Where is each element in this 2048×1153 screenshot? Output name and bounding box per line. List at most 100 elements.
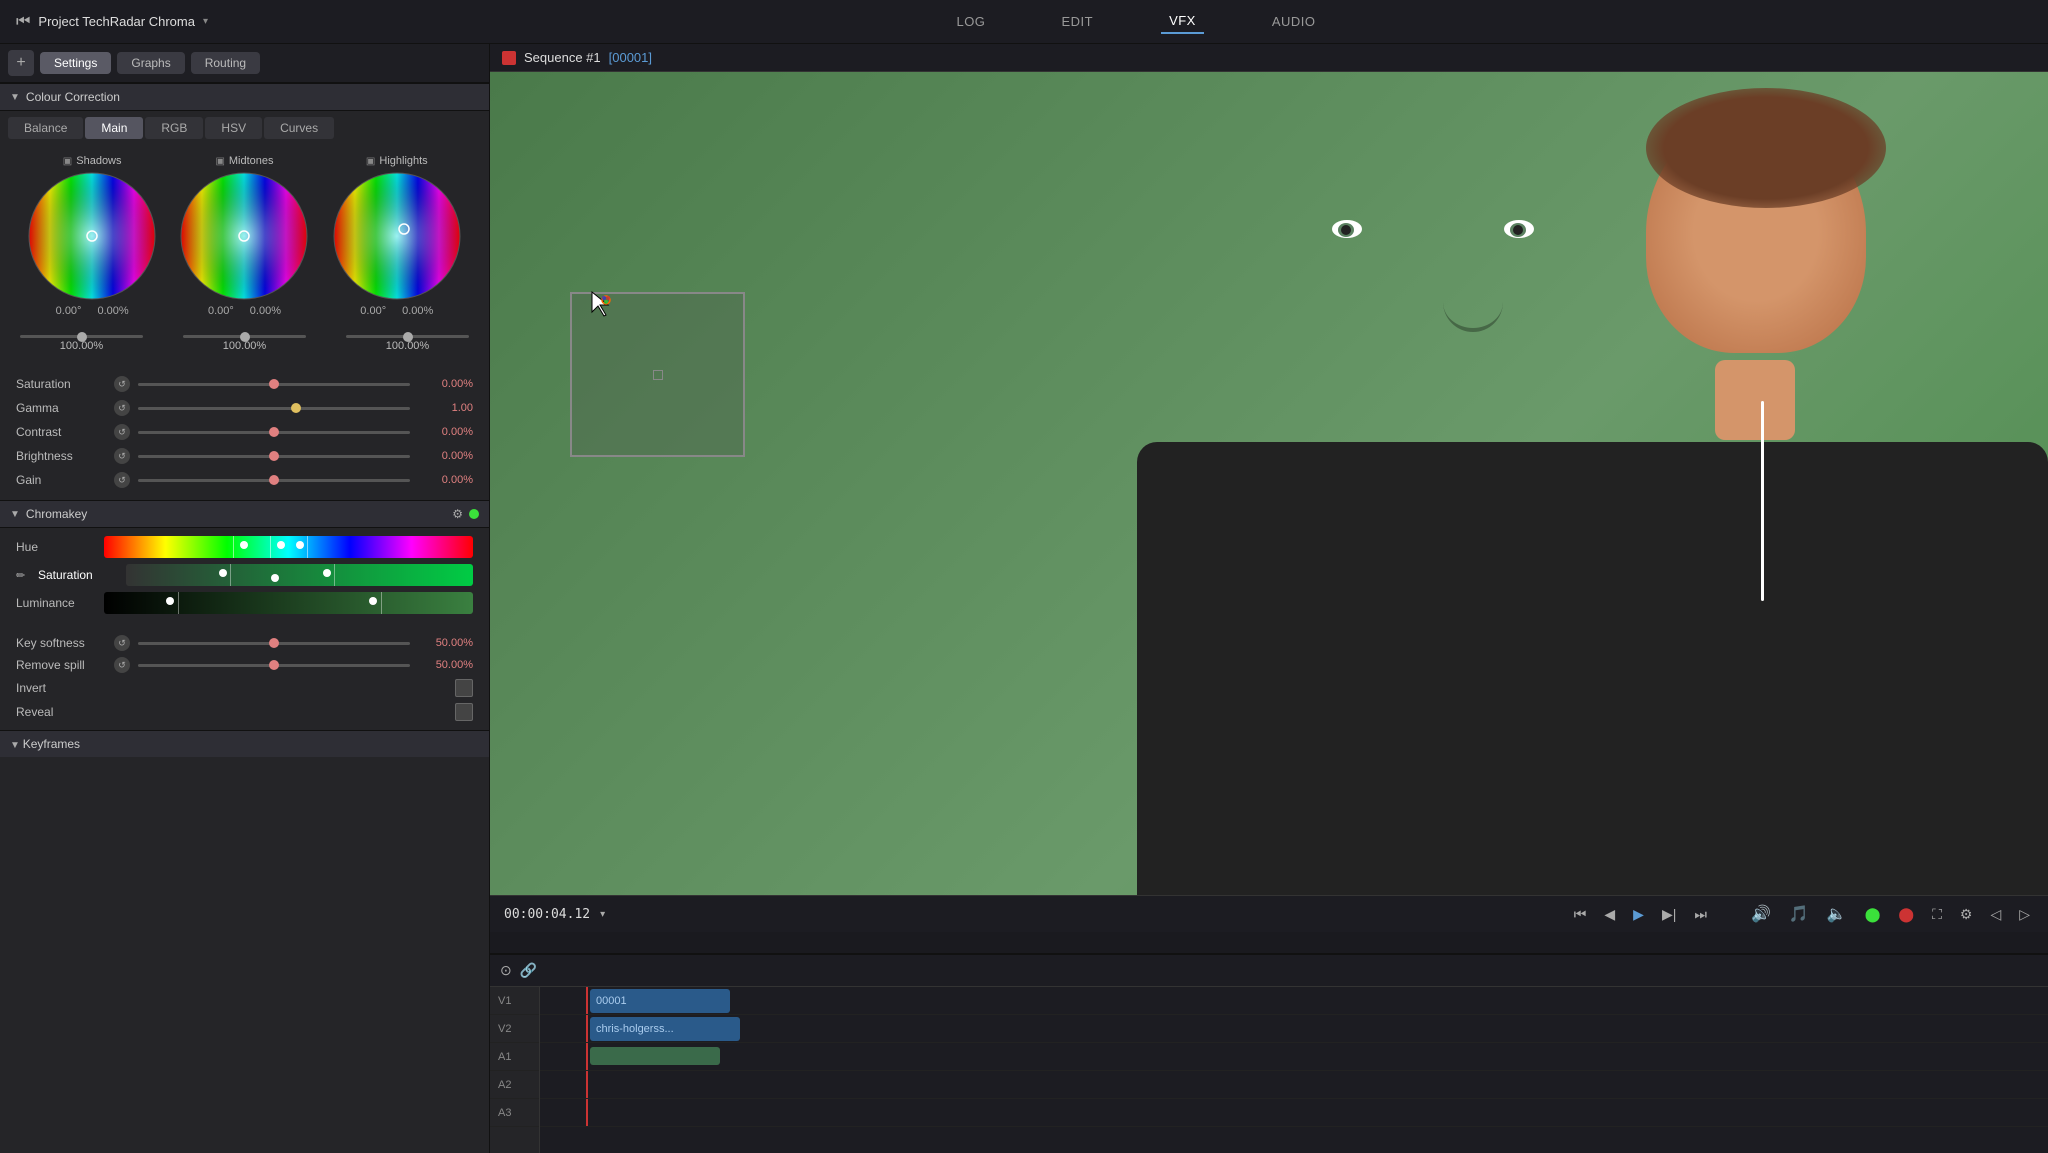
key-softness-slider[interactable] [138,642,410,645]
nav-audio[interactable]: AUDIO [1264,10,1324,33]
audio-left-button[interactable]: 🔊 [1747,902,1775,926]
lum-bar[interactable] [104,592,473,614]
track-label-a3: A3 [490,1099,539,1127]
midtones-pct: 0.00% [250,305,281,317]
param-row-contrast: Contrast ↺ 0.00% [16,420,473,444]
ck-param-remove-spill: Remove spill ↺ 50.00% [16,654,473,676]
skip-to-start-button[interactable]: ⏮ [1570,904,1591,925]
saturation-reset-button[interactable]: ↺ [114,376,130,392]
headphone-right-button[interactable]: ▷ [2015,904,2034,925]
track-content: 00001 chris-holgerss... [540,987,2048,1153]
project-dropdown-icon[interactable]: ▾ [203,16,208,27]
contrast-value: 0.00% [418,426,473,438]
track-label-v2: V2 [490,1015,539,1043]
chromakey-collapse-icon[interactable]: ▼ [10,509,20,520]
record-button[interactable]: ⬤ [1894,904,1918,925]
param-row-saturation: Saturation ↺ 0.00% [16,372,473,396]
shadows-slider[interactable] [20,335,143,338]
master-slider-shadows: 100.00% [20,335,143,352]
clip-v1[interactable]: 00001 [590,989,730,1013]
shadows-icon: ▣ [63,156,72,167]
highlights-slider[interactable] [346,335,469,338]
chromakey-section-header: ▼ Chromakey ⚙ [0,500,489,528]
midtones-slider[interactable] [183,335,306,338]
timeline-header: ⊙ 🔗 00:00:00.00 00:01:00.00 00:02:00.00 … [490,955,2048,987]
nav-vfx[interactable]: VFX [1161,9,1204,34]
remove-spill-slider[interactable] [138,664,410,667]
settings-control-button[interactable]: ⚙ [1956,904,1977,925]
reveal-checkbox[interactable] [455,703,473,721]
colour-correction-collapse-icon[interactable]: ▼ [10,92,20,103]
nav-log[interactable]: LOG [948,10,993,33]
topbar-nav: LOG EDIT VFX AUDIO [224,9,2048,34]
gain-reset-button[interactable]: ↺ [114,472,130,488]
highlights-icon: ▣ [366,156,375,167]
tl-snap-button[interactable]: ⊙ [500,962,512,979]
cc-tab-hsv[interactable]: HSV [205,117,262,139]
chromakey-settings-icon[interactable]: ⚙ [452,507,463,521]
video-header: Sequence #1 [00001] [490,44,2048,72]
tab-routing[interactable]: Routing [191,52,260,74]
ck-reveal-row: Reveal [16,700,473,724]
selection-box-center [653,370,663,380]
saturation-slider[interactable] [138,383,410,386]
clip-v2[interactable]: chris-holgerss... [590,1017,740,1041]
clip-a1[interactable] [590,1047,720,1065]
shadows-wheel[interactable] [27,171,157,301]
timecode-dropdown-icon[interactable]: ▾ [600,909,605,920]
gamma-slider[interactable] [138,407,410,410]
left-panel: + Settings Graphs Routing ▼ Colour Corre… [0,44,490,1153]
headphone-left-button[interactable]: ◁ [1986,904,2005,925]
hue-bar[interactable] [104,536,473,558]
gain-slider[interactable] [138,479,410,482]
topbar: ⏮ Project TechRadar Chroma ▾ LOG EDIT VF… [0,0,2048,44]
contrast-slider[interactable] [138,431,410,434]
highlights-wheel[interactable] [332,171,462,301]
nav-edit[interactable]: EDIT [1053,10,1101,33]
color-wheels: ▣ Shadows [0,145,489,327]
video-frame[interactable] [490,72,2048,895]
audio-toggle-button[interactable]: 🎵 [1785,902,1813,926]
gamma-reset-button[interactable]: ↺ [114,400,130,416]
chroma-key-selection-box[interactable] [570,292,745,457]
skip-to-end-button[interactable]: ⏭ [1690,904,1711,925]
cc-tab-balance[interactable]: Balance [8,117,83,139]
keyframes-expand-icon[interactable]: ▼ [10,740,23,751]
cc-tab-rgb[interactable]: RGB [145,117,203,139]
key-softness-reset-button[interactable]: ↺ [114,635,130,651]
next-frame-button[interactable]: ▶| [1658,904,1680,925]
tab-settings[interactable]: Settings [40,52,111,74]
timeline-area: ⊙ 🔗 00:00:00.00 00:01:00.00 00:02:00.00 … [490,953,2048,1153]
sat-edit-icon[interactable]: ✏ [16,569,30,582]
right-panel: Sequence #1 [00001] [490,44,2048,1153]
audio-right-button[interactable]: 🔈 [1823,902,1851,926]
highlights-master-value: 100.00% [386,340,429,352]
play-button[interactable]: ▶ [1629,904,1648,925]
reveal-label: Reveal [16,705,106,719]
brightness-reset-button[interactable]: ↺ [114,448,130,464]
chromakey-bars: Hue ✏ Saturation [0,528,489,628]
monitor-button[interactable]: ⬤ [1861,904,1885,925]
tab-graphs[interactable]: Graphs [117,52,184,74]
highlights-deg: 0.00° [360,305,386,317]
wheel-highlights: ▣ Highlights 0.00° 0.00% [332,155,462,317]
remove-spill-reset-button[interactable]: ↺ [114,657,130,673]
fullscreen-button[interactable]: ⛶ [1928,904,1946,925]
sat-bar[interactable] [126,564,473,586]
saturation-value: 0.00% [418,378,473,390]
brightness-slider[interactable] [138,455,410,458]
add-tab-button[interactable]: + [8,50,34,76]
timeline-tracks: V1 V2 A1 A2 A3 00001 [490,987,2048,1153]
app-icon: ⏮ [16,13,30,31]
cc-tab-main[interactable]: Main [85,117,143,139]
midtones-wheel[interactable] [179,171,309,301]
prev-frame-button[interactable]: ◀ [1600,904,1619,925]
gamma-label: Gamma [16,401,106,415]
sub-tabs-bar: + Settings Graphs Routing [0,44,489,83]
tl-link-button[interactable]: 🔗 [520,962,537,979]
chromakey-title: Chromakey [26,507,446,521]
cc-tab-curves[interactable]: Curves [264,117,334,139]
contrast-reset-button[interactable]: ↺ [114,424,130,440]
invert-checkbox[interactable] [455,679,473,697]
track-row-a2 [540,1071,2048,1099]
